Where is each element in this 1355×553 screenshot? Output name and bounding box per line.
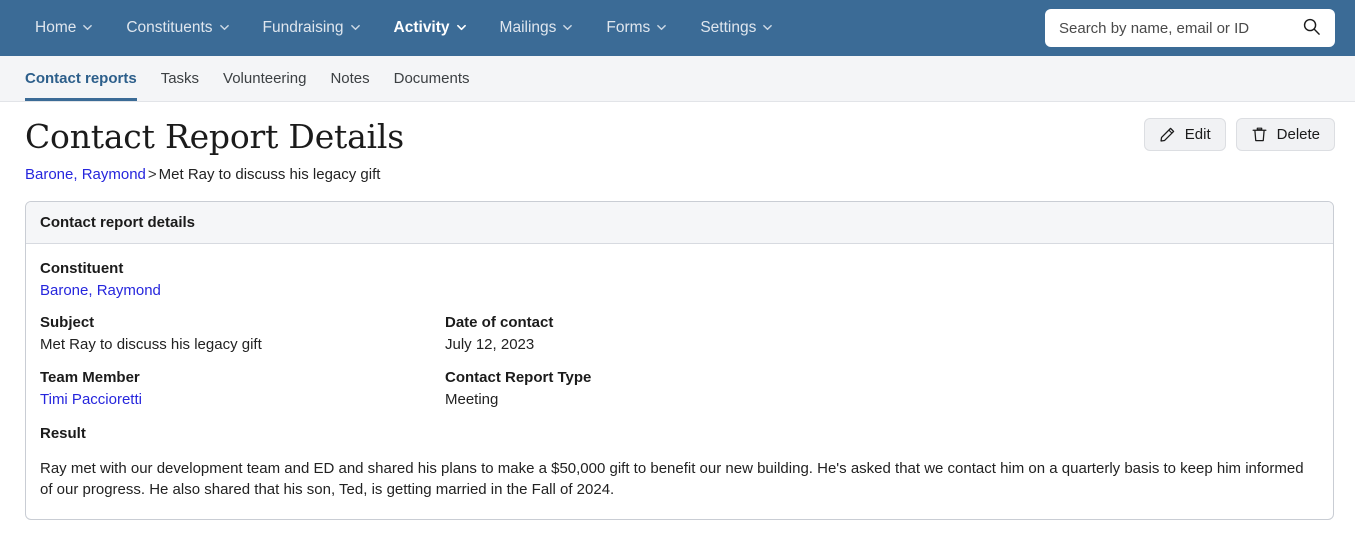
chevron-down-icon	[83, 23, 93, 32]
field-contact-report-type: Contact Report Type Meeting	[445, 367, 1319, 422]
breadcrumb-current: Met Ray to discuss his legacy gift	[158, 165, 381, 183]
search-button[interactable]	[1300, 17, 1323, 39]
top-navigation-bar: Home Constituents Fundraising Activity M	[0, 0, 1355, 56]
search-input[interactable]	[1059, 19, 1300, 37]
tab-notes[interactable]: Notes	[318, 56, 381, 101]
tab-volunteering[interactable]: Volunteering	[211, 56, 318, 101]
nav-item-settings[interactable]: Settings	[683, 12, 789, 44]
field-row-team-type: Team Member Timi Paccioretti Contact Rep…	[40, 367, 1319, 422]
field-label-constituent: Constituent	[40, 259, 124, 277]
delete-button[interactable]: Delete	[1235, 118, 1335, 151]
nav-item-home[interactable]: Home	[18, 12, 109, 44]
tab-label: Contact reports	[25, 70, 137, 87]
field-result: Result Ray met with our development team…	[40, 423, 1319, 500]
tab-tasks[interactable]: Tasks	[149, 56, 211, 101]
field-label-contact-report-type: Contact Report Type	[445, 368, 592, 386]
page-actions: Edit Delete	[1143, 118, 1335, 151]
field-team-member: Team Member Timi Paccioretti	[40, 367, 445, 422]
chevron-down-icon	[763, 23, 773, 32]
constituent-link[interactable]: Barone, Raymond	[40, 282, 161, 299]
chevron-down-icon	[219, 23, 229, 32]
search-icon	[1302, 17, 1321, 39]
nav-item-mailings[interactable]: Mailings	[483, 12, 590, 44]
team-member-link[interactable]: Timi Paccioretti	[40, 391, 142, 408]
search-box[interactable]	[1045, 9, 1335, 47]
field-constituent: Constituent Barone, Raymond	[40, 258, 1319, 302]
tab-label: Notes	[330, 70, 370, 87]
nav-item-constituents[interactable]: Constituents	[109, 12, 245, 44]
tab-label: Documents	[393, 70, 470, 87]
tab-contact-reports[interactable]: Contact reports	[25, 56, 149, 101]
chevron-down-icon	[657, 23, 667, 32]
field-date-of-contact: Date of contact July 12, 2023	[445, 312, 1319, 367]
card-body: Constituent Barone, Raymond Subject Met …	[26, 244, 1333, 519]
card-header: Contact report details	[26, 201, 1333, 244]
field-subject: Subject Met Ray to discuss his legacy gi…	[40, 312, 445, 367]
trash-icon	[1251, 126, 1268, 143]
nav-item-activity[interactable]: Activity	[377, 12, 483, 44]
field-value-constituent: Barone, Raymond	[40, 280, 1319, 302]
tab-documents[interactable]: Documents	[382, 56, 482, 101]
nav-item-label: Activity	[393, 19, 450, 37]
field-value-contact-report-type: Meeting	[445, 390, 499, 408]
page-title: Contact Report Details	[25, 117, 404, 156]
field-label-date-of-contact: Date of contact	[445, 314, 554, 332]
nav-item-fundraising[interactable]: Fundraising	[246, 12, 377, 44]
nav-item-forms[interactable]: Forms	[589, 12, 683, 44]
breadcrumb: Barone, Raymond > Met Ray to discuss his l…	[25, 166, 1335, 183]
tab-label: Volunteering	[223, 70, 307, 87]
tab-label: Tasks	[160, 70, 200, 87]
page-header: Contact Report Details Barone, Raymond > M…	[0, 102, 1355, 183]
chevron-down-icon	[563, 23, 573, 32]
pencil-icon	[1159, 126, 1176, 143]
delete-button-label: Delete	[1276, 126, 1320, 143]
nav-item-label: Fundraising	[262, 19, 344, 37]
nav-items: Home Constituents Fundraising Activity M	[18, 12, 789, 44]
field-value-team-member: Timi Paccioretti	[40, 389, 445, 411]
field-value-date-of-contact: July 12, 2023	[445, 336, 535, 354]
field-value-subject: Met Ray to discuss his legacy gift	[40, 336, 262, 354]
chevron-down-icon	[350, 23, 360, 32]
breadcrumb-link-constituent[interactable]: Barone, Raymond	[25, 166, 146, 183]
nav-item-label: Home	[35, 19, 77, 37]
field-label-team-member: Team Member	[40, 368, 140, 386]
nav-item-label: Forms	[606, 19, 651, 37]
contact-report-details-card: Contact report details Constituent Baron…	[25, 200, 1334, 520]
nav-item-label: Mailings	[499, 19, 557, 37]
tab-strip: Contact reports Tasks Volunteering Notes…	[0, 56, 1355, 102]
field-label-subject: Subject	[40, 314, 95, 332]
nav-item-label: Constituents	[126, 19, 213, 37]
breadcrumb-separator: >	[147, 165, 157, 183]
field-value-result: Ray met with our development team and ED…	[40, 460, 1304, 499]
nav-item-label: Settings	[700, 19, 757, 37]
field-label-result: Result	[40, 425, 86, 443]
chevron-down-icon	[456, 23, 466, 32]
edit-button-label: Edit	[1184, 126, 1211, 143]
edit-button[interactable]: Edit	[1143, 118, 1226, 151]
field-row-subject-date: Subject Met Ray to discuss his legacy gi…	[40, 312, 1319, 367]
